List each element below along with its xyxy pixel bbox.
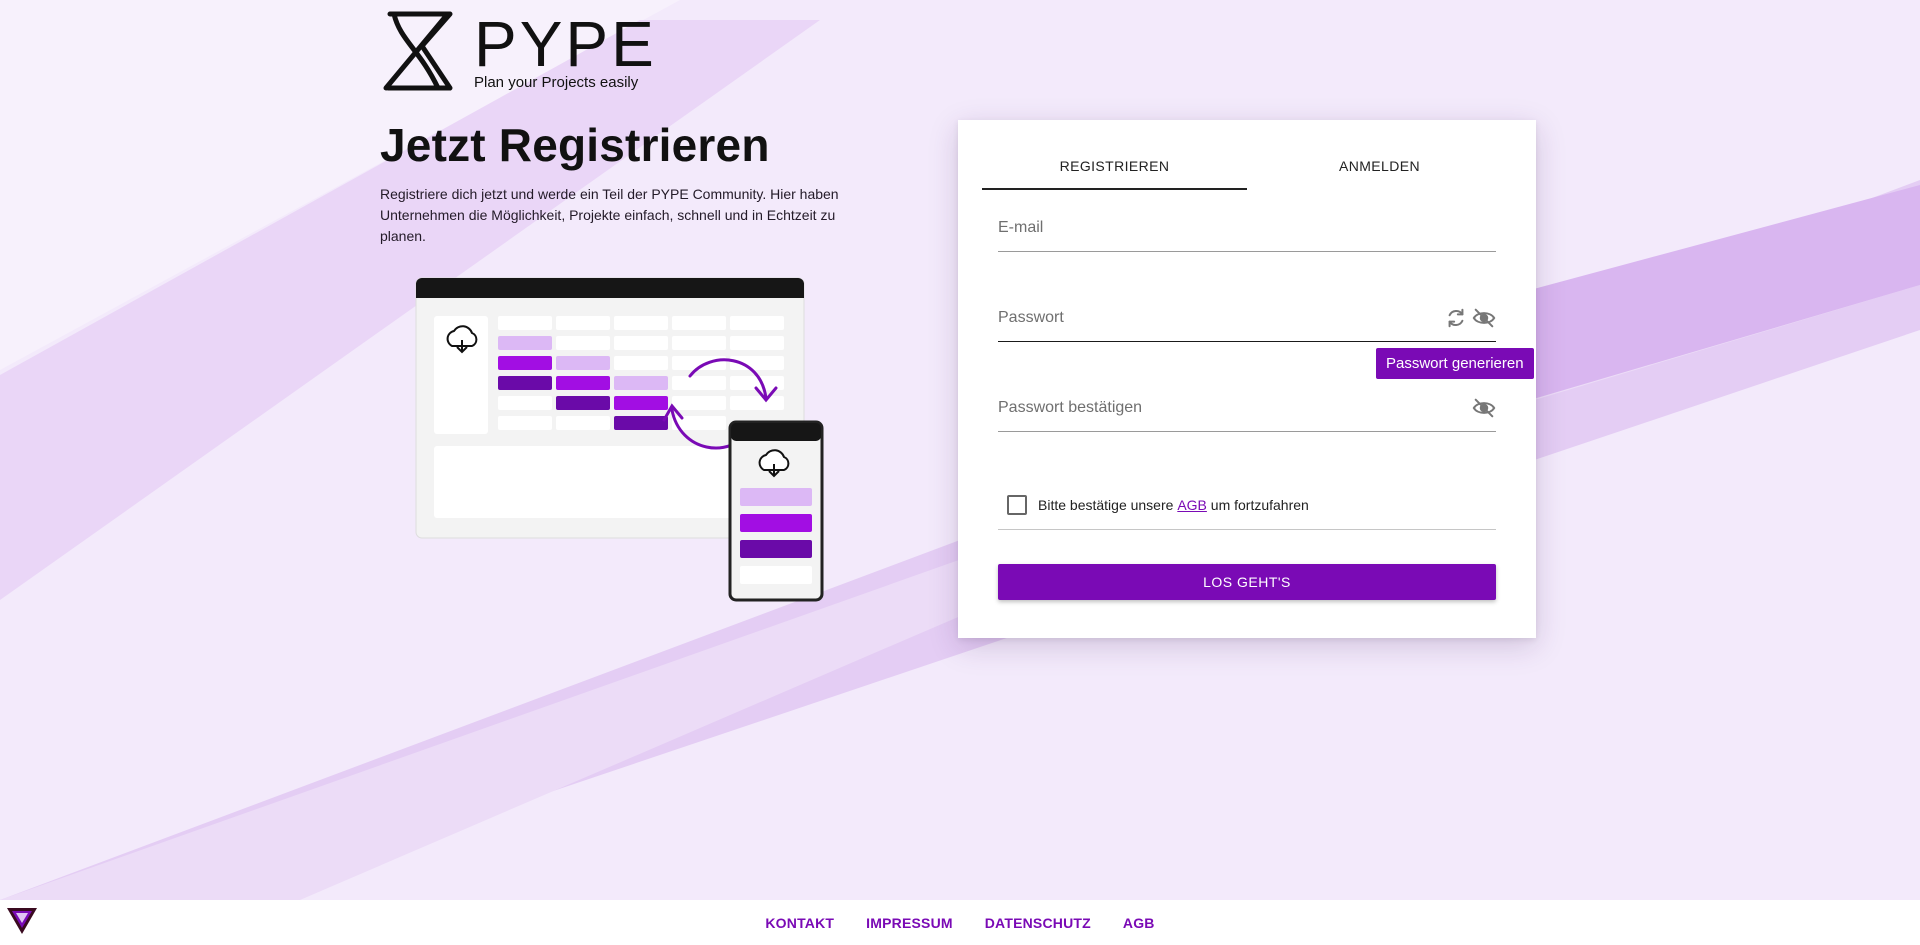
footer-link-kontakt[interactable]: KONTAKT	[765, 915, 834, 931]
terms-text-before: Bitte bestätige unsere	[1038, 496, 1178, 513]
agb-link[interactable]: AGB	[1177, 497, 1207, 513]
logo-wordmark: PYPE	[474, 8, 657, 80]
auth-tabs: REGISTRIEREN ANMELDEN	[982, 150, 1512, 210]
page-intro-text: Registriere dich jetzt und werde ein Tei…	[380, 186, 839, 244]
terms-checkbox[interactable]	[1007, 494, 1027, 515]
footer-link-impressum[interactable]: IMPRESSUM	[866, 915, 953, 931]
footer: KONTAKT IMPRESSUM DATENSCHUTZ AGB	[0, 900, 1920, 945]
password-confirm-field-wrapper	[998, 388, 1496, 432]
planner-illustration	[415, 277, 824, 602]
submit-button[interactable]: LOS GEHT'S	[998, 564, 1496, 600]
registration-card: REGISTRIEREN ANMELDEN Passwort generi	[958, 120, 1536, 638]
email-field-wrapper	[998, 208, 1496, 252]
eye-off-icon[interactable]	[1472, 396, 1496, 420]
footer-nav: KONTAKT IMPRESSUM DATENSCHUTZ AGB	[0, 900, 1920, 945]
refresh-icon[interactable]	[1444, 306, 1468, 330]
password-field-wrapper	[998, 298, 1496, 342]
eye-off-icon[interactable]	[1472, 306, 1496, 330]
password-field[interactable]	[998, 298, 1496, 338]
brand-logo[interactable]: PYPE Plan your Projects easily	[380, 10, 654, 95]
terms-text-after: um fortzufahren	[1206, 496, 1309, 513]
page-title: Jetzt Registrieren	[380, 119, 770, 171]
terms-row: Bitte bestätige unsere AGB um fortzufahr…	[998, 480, 1496, 530]
password-confirm-field[interactable]	[998, 388, 1496, 428]
tab-registrieren[interactable]: REGISTRIEREN	[982, 150, 1247, 210]
footer-link-agb[interactable]: AGB	[1123, 915, 1155, 931]
footer-link-datenschutz[interactable]: DATENSCHUTZ	[985, 915, 1091, 931]
tab-anmelden[interactable]: ANMELDEN	[1247, 150, 1512, 210]
logo-hourglass-icon	[383, 11, 453, 91]
logo-tagline: Plan your Projects easily	[474, 74, 639, 91]
generate-password-tooltip: Passwort generieren	[1376, 348, 1534, 379]
email-field[interactable]	[998, 208, 1496, 248]
